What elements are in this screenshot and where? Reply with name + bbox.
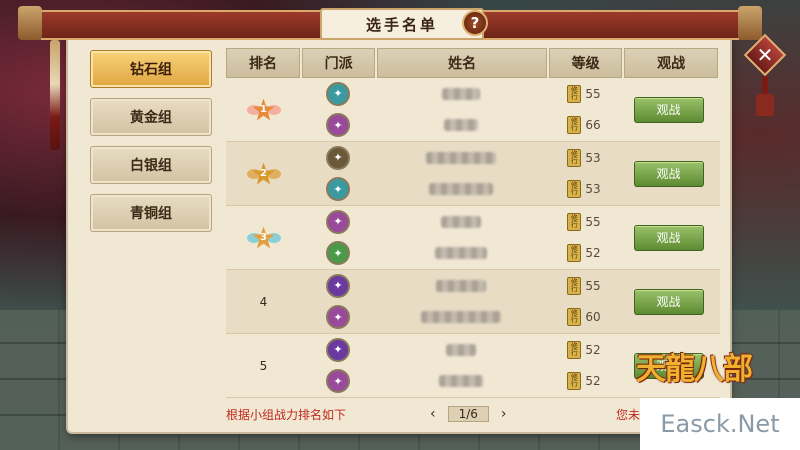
- player-name-blurred: [446, 343, 476, 356]
- level-badge-icon: 修行: [567, 84, 582, 103]
- close-icon[interactable]: ✕: [750, 40, 780, 70]
- rank-cell: 2: [226, 142, 301, 205]
- page-indicator: 1/6: [447, 406, 489, 422]
- level-badge-icon: 修行: [567, 244, 582, 263]
- tab-gold[interactable]: 黄金组: [90, 98, 212, 136]
- pager: ‹ 1/6 ›: [430, 406, 507, 422]
- player-level: 修行 53: [567, 180, 601, 199]
- player-name-blurred: [429, 183, 493, 196]
- player-name-blurred: [444, 119, 478, 132]
- title-plate: 选手名单: [320, 8, 484, 40]
- level-badge-icon: 修行: [567, 212, 582, 231]
- rank-number: 5: [259, 358, 268, 373]
- watch-button[interactable]: 观战: [633, 96, 704, 123]
- watermark-text: Easck.Net: [660, 410, 780, 438]
- level-badge-icon: 修行: [567, 276, 582, 295]
- table-row: 2 ✦ ✦ 修行 53 修行 53 观战: [226, 142, 720, 206]
- table-row: 1 ✦ ✦ 修行 55 修行 66 观战: [226, 78, 720, 142]
- status-note: 您未: [616, 408, 641, 422]
- player-level: 修行 55: [567, 276, 601, 295]
- player-name-blurred: [421, 311, 501, 324]
- close-tassel: [756, 76, 774, 116]
- rank-cell: 5: [226, 334, 301, 397]
- header-sect: 门派: [302, 48, 376, 78]
- player-level: 修行 60: [567, 308, 601, 327]
- watch-button[interactable]: 观战: [633, 288, 704, 315]
- rank-2-medal-icon: 2: [246, 160, 281, 188]
- level-badge-icon: 修行: [567, 372, 582, 391]
- tab-bronze[interactable]: 青铜组: [90, 194, 212, 232]
- rank-number: 4: [259, 294, 268, 309]
- sect-icon: ✦: [326, 369, 350, 394]
- rank-3-medal-icon: 3: [246, 224, 281, 252]
- rank-cell: 3: [226, 206, 301, 269]
- level-badge-icon: 修行: [567, 308, 582, 327]
- rank-1-medal-icon: 1: [246, 96, 281, 124]
- level-badge-icon: 修行: [567, 340, 582, 359]
- hanging-pendant: [50, 40, 60, 150]
- rank-cell: 1: [226, 78, 301, 141]
- player-name-blurred: [442, 87, 480, 100]
- player-name-blurred: [426, 151, 496, 164]
- player-level: 修行 55: [567, 84, 601, 103]
- table-row: 3 ✦ ✦ 修行 55 修行 52 观战: [226, 206, 720, 270]
- sect-icon: ✦: [326, 81, 350, 106]
- dialog-title: 选手名单: [365, 15, 438, 34]
- watermark: Easck.Net: [640, 398, 800, 450]
- ranking-note: 根据小组战力排名如下: [226, 408, 347, 422]
- header-watch: 观战: [624, 48, 718, 78]
- watch-button[interactable]: 观战: [633, 160, 704, 187]
- player-level: 修行 66: [567, 116, 601, 135]
- watch-button[interactable]: 观战: [633, 224, 704, 251]
- player-level: 修行 52: [567, 372, 601, 391]
- tab-diamond[interactable]: 钻石组: [90, 50, 212, 88]
- rank-cell: 4: [226, 270, 301, 333]
- sect-icon: ✦: [326, 113, 350, 138]
- sect-icon: ✦: [326, 177, 350, 202]
- sect-icon: ✦: [326, 145, 350, 170]
- player-level: 修行 55: [567, 212, 601, 231]
- tab-silver[interactable]: 白银组: [90, 146, 212, 184]
- player-level: 修行 52: [567, 340, 601, 359]
- player-name-blurred: [439, 375, 483, 388]
- player-name-blurred: [435, 247, 487, 260]
- level-badge-icon: 修行: [567, 116, 582, 135]
- table-row: 4 ✦ ✦ 修行 55 修行 60 观战: [226, 270, 720, 334]
- sect-icon: ✦: [326, 337, 350, 362]
- sect-icon: ✦: [326, 209, 350, 234]
- header-level: 等级: [549, 48, 623, 78]
- game-logo: 天龍八部: [636, 344, 786, 400]
- sect-icon: ✦: [326, 241, 350, 266]
- player-level: 修行 53: [567, 148, 601, 167]
- player-level: 修行 52: [567, 244, 601, 263]
- prev-page-icon[interactable]: ‹: [430, 406, 436, 422]
- player-name-blurred: [441, 215, 481, 228]
- level-badge-icon: 修行: [567, 148, 582, 167]
- logo-text: 天龍八部: [636, 352, 753, 387]
- table-header: 排名 门派 姓名 等级 观战: [226, 48, 720, 78]
- next-page-icon[interactable]: ›: [501, 406, 507, 422]
- group-sidebar: 钻石组 黄金组 白银组 青铜组: [80, 42, 220, 242]
- level-badge-icon: 修行: [567, 180, 582, 199]
- sect-icon: ✦: [326, 305, 350, 330]
- header-rank: 排名: [226, 48, 301, 78]
- player-name-blurred: [436, 279, 486, 292]
- sect-icon: ✦: [326, 273, 350, 298]
- header-name: 姓名: [377, 48, 548, 78]
- help-icon[interactable]: ?: [462, 10, 488, 36]
